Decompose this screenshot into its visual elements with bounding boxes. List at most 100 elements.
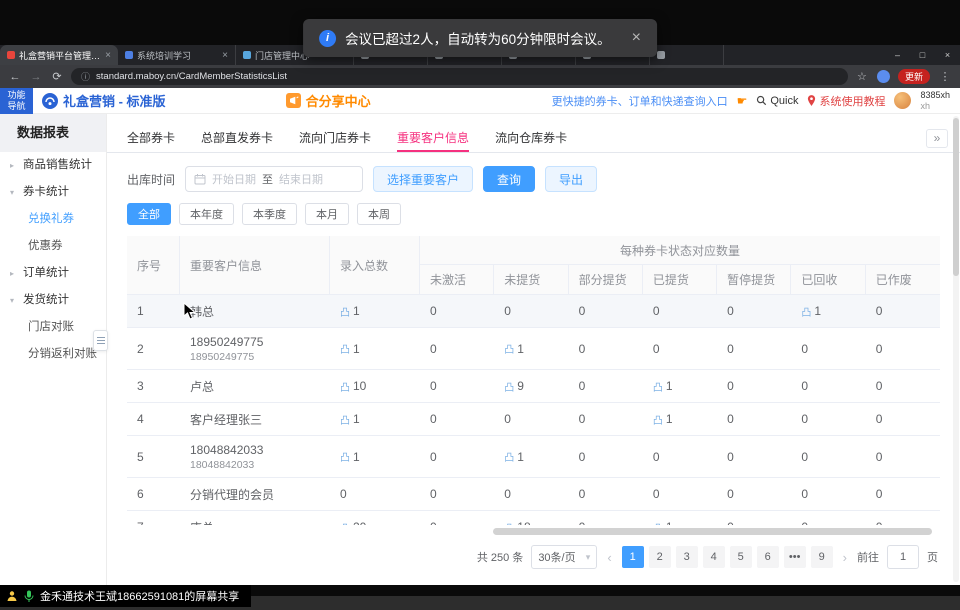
page-number[interactable]: 6 [757,546,779,568]
count-number: 0 [579,412,586,426]
share-center-link[interactable]: 合分享中心 [286,91,371,110]
count-link[interactable]: 凸1 [340,412,360,427]
page-number[interactable]: 1 [622,546,644,568]
page-number[interactable]: 4 [703,546,725,568]
query-button[interactable]: 查询 [483,166,535,192]
end-date-placeholder: 结束日期 [279,171,323,187]
next-page-icon[interactable]: › [841,550,849,565]
table-row[interactable]: 3卢总凸100凸90凸1000 [127,370,940,403]
hamburger-icon [97,340,105,341]
page-number[interactable]: 2 [649,546,671,568]
horizontal-scrollbar [127,528,940,536]
count-link[interactable]: 凸1 [504,449,524,464]
quick-filter-button[interactable]: 本月 [305,203,349,225]
count-link[interactable]: 凸1 [340,304,360,319]
sidebar-sub-item[interactable]: 门店对账 [0,314,106,341]
prev-page-icon[interactable]: ‹ [605,550,613,565]
browser-profile-avatar[interactable] [877,70,890,83]
cell-status: 0 [717,450,791,464]
count-link[interactable]: 凸1 [653,379,673,394]
vertical-scrollbar-thumb[interactable] [953,118,959,276]
page-ellipsis[interactable]: ••• [784,546,806,568]
table-row[interactable]: 51804884203318048842033凸10凸100000 [127,436,940,478]
browser-tab[interactable]: 系统培训学习× [118,45,236,65]
quick-filter-button[interactable]: 本季度 [242,203,297,225]
expand-panel-icon[interactable]: » [926,129,948,148]
card-count-icon: 凸 [653,379,663,394]
count-link[interactable]: 凸10 [340,379,366,394]
cell-status: 凸18 [494,520,568,526]
count-number: 0 [579,520,586,525]
horizontal-scrollbar-thumb[interactable] [493,528,932,535]
table-row[interactable]: 7唐总凸200凸180凸1000 [127,511,940,525]
count-link[interactable]: 凸1 [653,520,673,526]
count-link[interactable]: 凸18 [504,520,530,526]
count-link[interactable]: 凸1 [340,341,360,356]
sidebar-sub-item[interactable]: 兑换礼券 [0,206,106,233]
select-customer-button[interactable]: 选择重要客户 [373,166,473,192]
quick-filter-button[interactable]: 全部 [127,203,171,225]
browser-update-button[interactable]: 更新 [898,69,930,84]
table-row[interactable]: 4客户经理张三凸1000凸1000 [127,403,940,436]
minimize-icon[interactable]: – [885,45,910,65]
maximize-icon[interactable]: □ [910,45,935,65]
page-number[interactable]: 3 [676,546,698,568]
count-value: 0 [876,450,883,464]
forward-icon[interactable]: → [29,71,43,83]
sidebar-group-item[interactable]: ▸商品销售统计 [0,152,106,179]
content-tab[interactable]: 全部券卡 [127,126,175,152]
browser-tab[interactable]: 礼盒营销平台管理中心× [0,45,118,65]
sidebar-sub-item[interactable]: 分销返利对账 [0,341,106,368]
status-column-header: 暂停提货 [717,265,791,294]
count-link[interactable]: 凸1 [653,412,673,427]
sidebar-collapse-handle[interactable] [93,330,108,351]
export-button[interactable]: 导出 [545,166,597,192]
function-nav-button[interactable]: 功能 导航 [0,88,33,114]
table-row[interactable]: 1韩总凸100000凸10 [127,295,940,328]
back-icon[interactable]: ← [8,71,22,83]
table-row[interactable]: 21895024977518950249775凸10凸100000 [127,328,940,370]
browser-menu-icon[interactable]: ⋮ [938,70,952,83]
count-link[interactable]: 凸1 [801,304,821,319]
content-tab[interactable]: 流向门店券卡 [299,126,371,152]
quick-search[interactable]: Quick [756,95,798,107]
sidebar-group-item[interactable]: ▾券卡统计 [0,179,106,206]
content-tab[interactable]: 重要客户信息 [397,126,469,152]
user-name-block[interactable]: 8385xh xh [920,90,950,112]
window-close-icon[interactable]: × [935,45,960,65]
address-bar: ← → ⟳ ⓘ standard.maboy.cn/CardMemberStat… [0,65,960,88]
tab-close-icon[interactable]: × [222,50,228,61]
tutorial-link[interactable]: 系统使用教程 [807,93,885,109]
date-range-input[interactable]: 开始日期 至 结束日期 [185,166,363,192]
url-field[interactable]: ⓘ standard.maboy.cn/CardMemberStatistics… [71,68,848,85]
count-number: 0 [653,342,660,356]
tab-close-icon[interactable]: × [105,50,111,61]
toast-close-icon[interactable]: × [632,29,641,47]
quick-entry-tip[interactable]: 更快捷的券卡、订单和快递查询入口 [552,93,728,109]
count-link[interactable]: 凸1 [340,449,360,464]
browser-tab[interactable] [650,45,724,65]
sidebar-group-item[interactable]: ▸订单统计 [0,260,106,287]
sidebar-group-item[interactable]: ▾发货统计 [0,287,106,314]
count-link[interactable]: 凸1 [504,341,524,356]
page-number[interactable]: 9 [811,546,833,568]
refresh-icon[interactable]: ⟳ [50,70,64,83]
sidebar-sub-item[interactable]: 优惠券 [0,233,106,260]
site-info-icon[interactable]: ⓘ [81,70,90,83]
screen-share-bar: 金禾通技术王斌18662591081的屏幕共享 [0,585,251,607]
count-link[interactable]: 凸20 [340,520,366,526]
content-tab[interactable]: 总部直发券卡 [201,126,273,152]
quick-filter-button[interactable]: 本年度 [179,203,234,225]
desktop: 礼盒营销平台管理中心×系统培训学习×门店管理中心× – □ × ← → ⟳ ⓘ … [0,0,960,610]
table-row[interactable]: 6分销代理的会员00000000 [127,478,940,511]
goto-page-input[interactable] [887,545,919,569]
quick-filter-button[interactable]: 本周 [357,203,401,225]
content-tab[interactable]: 流向仓库券卡 [495,126,567,152]
bookmark-star-icon[interactable]: ☆ [855,70,869,83]
page-number[interactable]: 5 [730,546,752,568]
sidebar-title: 数据报表 [0,114,106,152]
count-link[interactable]: 凸9 [504,379,524,394]
user-avatar[interactable] [894,92,911,109]
page-size-select[interactable]: 30条/页 ▾ [531,545,597,569]
card-count-icon: 凸 [504,379,514,394]
